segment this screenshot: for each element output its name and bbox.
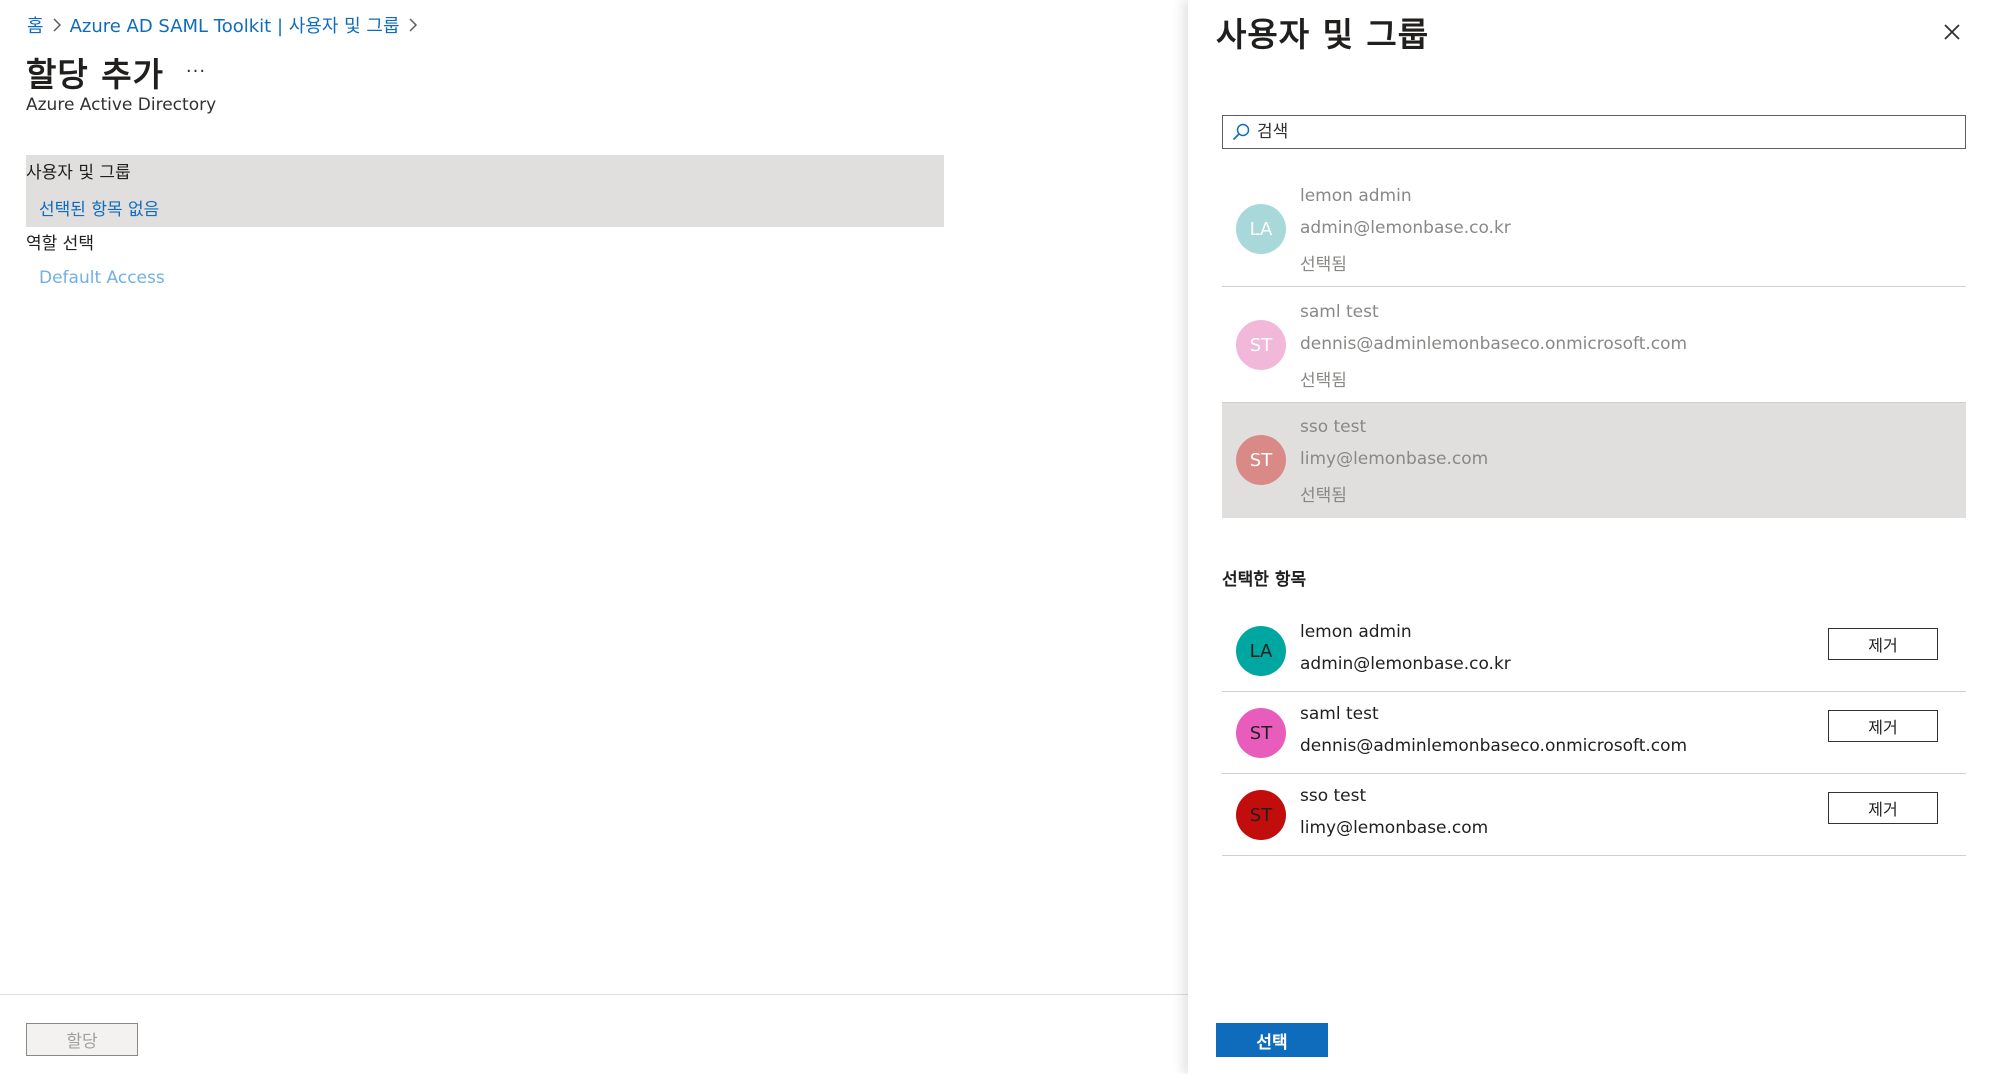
- selected-email: admin@lemonbase.co.kr: [1300, 654, 1511, 674]
- breadcrumb: 홈 Azure AD SAML Toolkit | 사용자 및 그룹: [27, 12, 426, 38]
- avatar: LA: [1236, 626, 1286, 676]
- select-button[interactable]: 선택: [1216, 1023, 1328, 1057]
- search-input[interactable]: [1257, 122, 1937, 142]
- breadcrumb-home[interactable]: 홈: [27, 12, 44, 38]
- role-select-label: 역할 선택: [26, 234, 94, 254]
- result-email: limy@lemonbase.com: [1300, 449, 1489, 469]
- result-item[interactable]: ST saml test dennis@adminlemonbaseco.onm…: [1222, 288, 1966, 403]
- result-status: 선택됨: [1300, 255, 1347, 275]
- breadcrumb-app-users-groups[interactable]: Azure AD SAML Toolkit | 사용자 및 그룹: [70, 12, 400, 38]
- selected-email: limy@lemonbase.com: [1300, 818, 1489, 838]
- users-groups-link[interactable]: 선택된 항목 없음: [39, 195, 159, 220]
- result-name: saml test: [1300, 302, 1379, 322]
- remove-button[interactable]: 제거: [1828, 792, 1938, 824]
- result-status: 선택됨: [1300, 486, 1347, 506]
- selected-items-header: 선택한 항목: [1222, 570, 1307, 590]
- selected-item: ST sso test limy@lemonbase.com 제거: [1222, 774, 1966, 856]
- users-groups-section[interactable]: 사용자 및 그룹 선택된 항목 없음: [26, 155, 944, 227]
- role-select-link[interactable]: Default Access: [39, 268, 165, 288]
- selected-item: ST saml test dennis@adminlemonbaseco.onm…: [1222, 692, 1966, 774]
- panel-title: 사용자 및 그룹: [1216, 15, 1430, 54]
- avatar: ST: [1236, 790, 1286, 840]
- page-title: 할당 추가: [26, 55, 164, 94]
- users-groups-label: 사용자 및 그룹: [26, 163, 131, 183]
- add-assignment-blade: 홈 Azure AD SAML Toolkit | 사용자 및 그룹 할당 추가…: [0, 0, 1188, 1074]
- result-item[interactable]: LA lemon admin admin@lemonbase.co.kr 선택됨: [1222, 172, 1966, 287]
- selected-name: saml test: [1300, 704, 1379, 724]
- search-box: [1222, 115, 1966, 149]
- footer-divider: [0, 994, 1188, 995]
- result-email: dennis@adminlemonbaseco.onmicrosoft.com: [1300, 334, 1688, 354]
- result-email: admin@lemonbase.co.kr: [1300, 218, 1511, 238]
- users-groups-panel: 사용자 및 그룹 LA lemon admin admin@lemonbase.…: [1188, 0, 2000, 1074]
- avatar: ST: [1236, 320, 1286, 370]
- remove-button[interactable]: 제거: [1828, 710, 1938, 742]
- page-subtitle: Azure Active Directory: [26, 95, 217, 115]
- result-name: lemon admin: [1300, 186, 1412, 206]
- close-icon[interactable]: [1938, 18, 1966, 46]
- result-name: sso test: [1300, 417, 1367, 437]
- selected-name: sso test: [1300, 786, 1367, 806]
- result-status: 선택됨: [1300, 371, 1347, 391]
- avatar: ST: [1236, 435, 1286, 485]
- selected-email: dennis@adminlemonbaseco.onmicrosoft.com: [1300, 736, 1688, 756]
- search-icon: [1231, 122, 1251, 142]
- more-options-icon[interactable]: ...: [184, 56, 208, 80]
- selected-name: lemon admin: [1300, 622, 1412, 642]
- selected-item: LA lemon admin admin@lemonbase.co.kr 제거: [1222, 610, 1966, 692]
- result-item[interactable]: ST sso test limy@lemonbase.com 선택됨: [1222, 403, 1966, 518]
- chevron-right-icon: [44, 15, 70, 35]
- assign-button[interactable]: 할당: [26, 1023, 138, 1056]
- avatar: ST: [1236, 708, 1286, 758]
- avatar: LA: [1236, 204, 1286, 254]
- remove-button[interactable]: 제거: [1828, 628, 1938, 660]
- chevron-right-icon: [400, 15, 426, 35]
